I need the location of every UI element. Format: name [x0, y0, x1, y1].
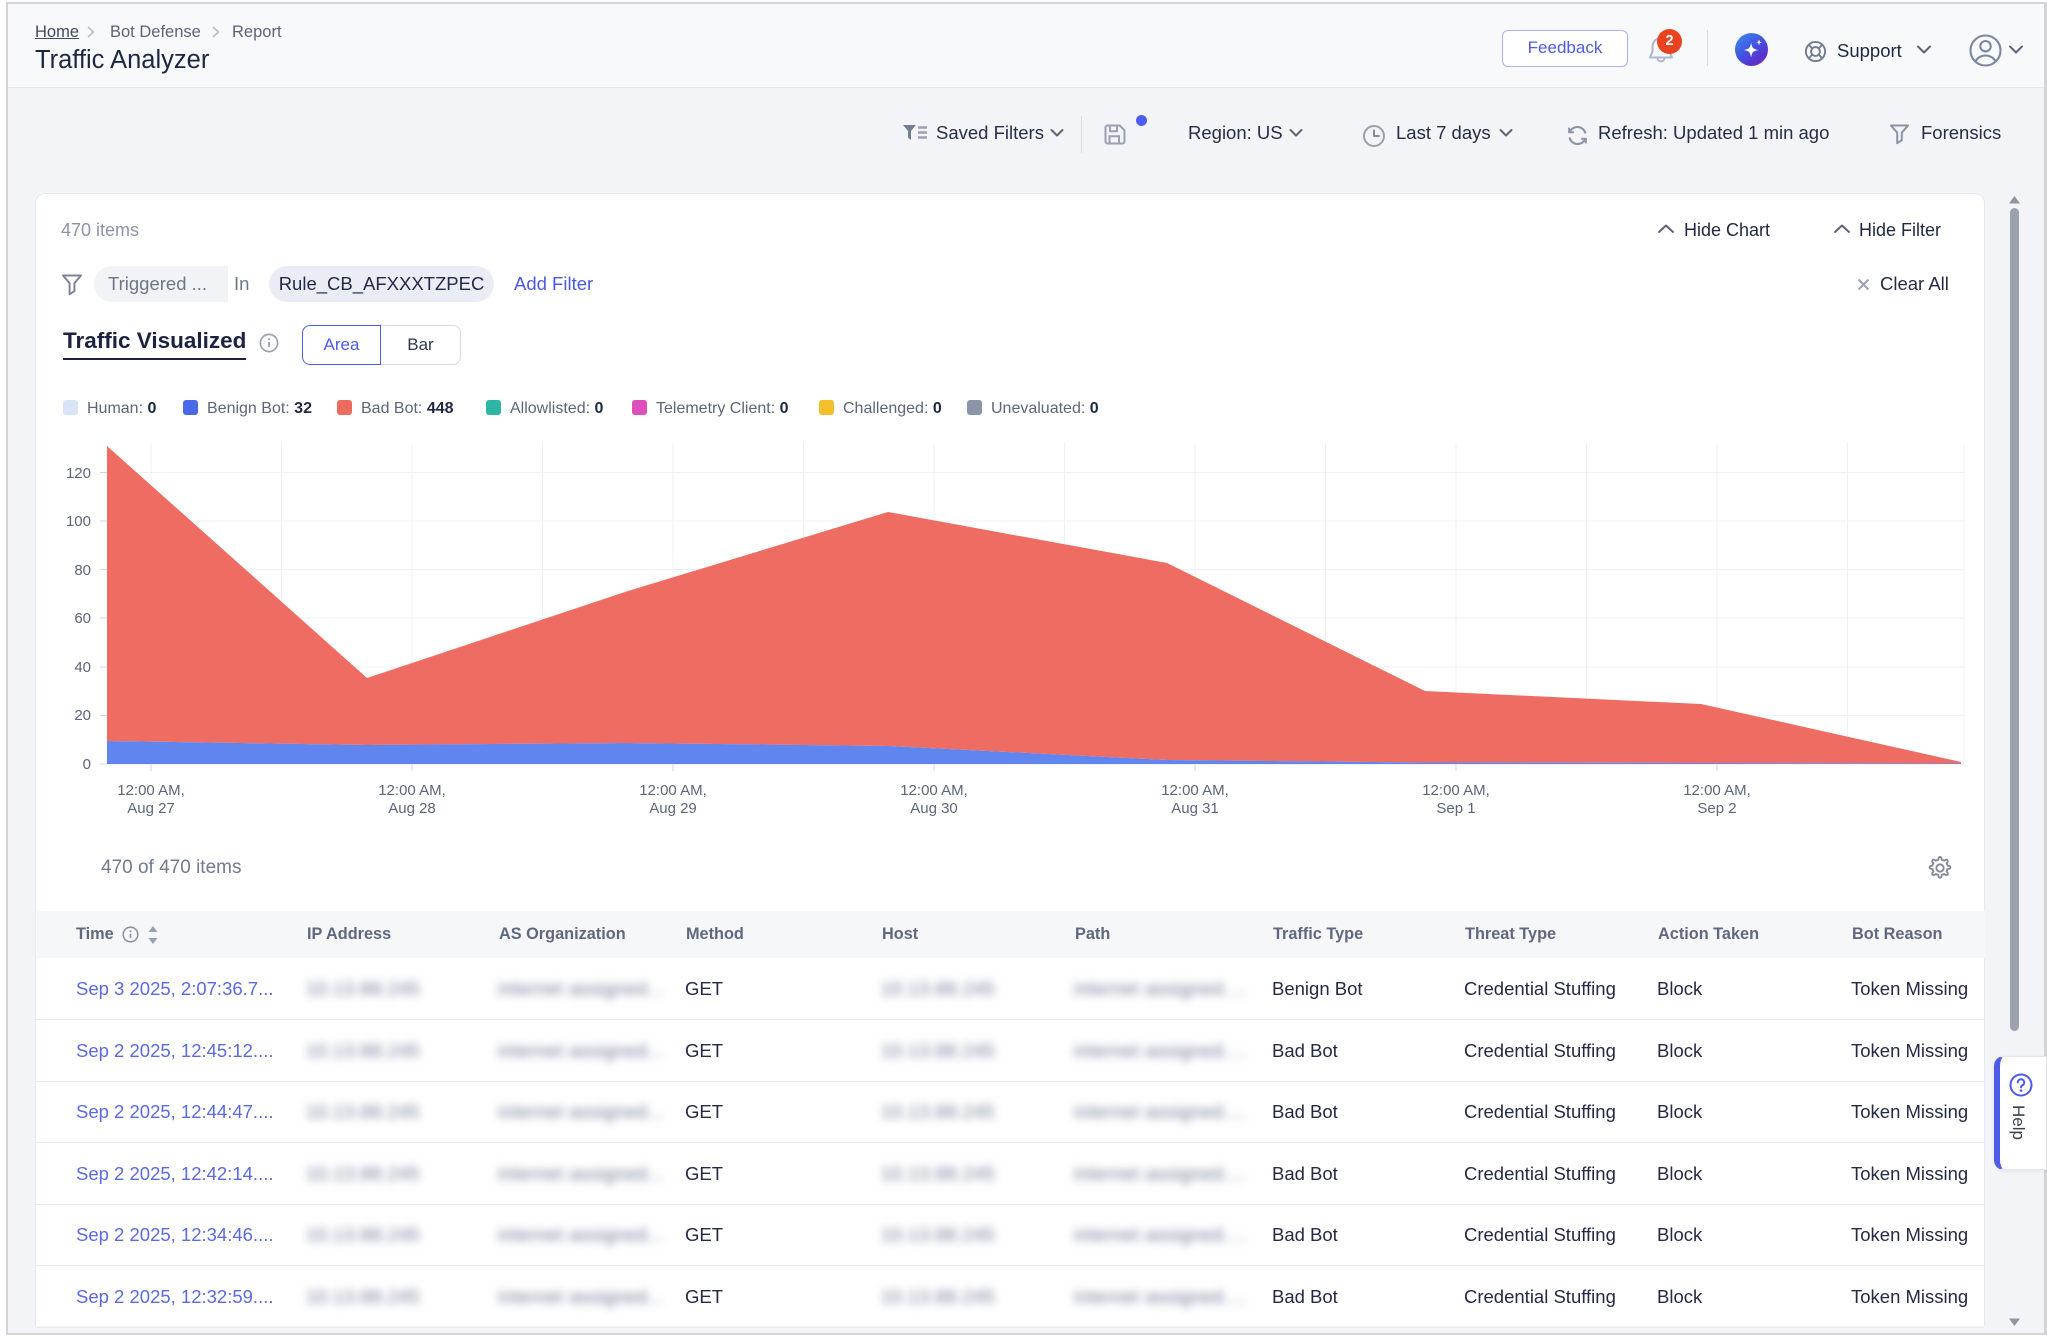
svg-text:120: 120: [66, 465, 91, 482]
svg-text:12:00 AM,: 12:00 AM,: [378, 782, 446, 799]
svg-text:12:00 AM,: 12:00 AM,: [1683, 782, 1751, 799]
svg-text:Sep 2: Sep 2: [1697, 800, 1736, 817]
svg-text:12:00 AM,: 12:00 AM,: [117, 782, 185, 799]
svg-text:Aug 31: Aug 31: [1171, 800, 1219, 817]
svg-text:Aug 29: Aug 29: [649, 800, 697, 817]
svg-text:Sep 1: Sep 1: [1436, 800, 1475, 817]
svg-text:Aug 27: Aug 27: [127, 800, 175, 817]
svg-text:100: 100: [66, 513, 91, 530]
svg-text:12:00 AM,: 12:00 AM,: [639, 782, 707, 799]
svg-text:Aug 28: Aug 28: [388, 800, 436, 817]
svg-text:Aug 30: Aug 30: [910, 800, 958, 817]
svg-text:60: 60: [74, 610, 91, 627]
svg-text:20: 20: [74, 707, 91, 724]
svg-text:80: 80: [74, 562, 91, 579]
svg-text:12:00 AM,: 12:00 AM,: [1422, 782, 1490, 799]
svg-text:0: 0: [83, 756, 91, 773]
svg-text:40: 40: [74, 659, 91, 676]
svg-text:12:00 AM,: 12:00 AM,: [900, 782, 968, 799]
svg-text:12:00 AM,: 12:00 AM,: [1161, 782, 1229, 799]
